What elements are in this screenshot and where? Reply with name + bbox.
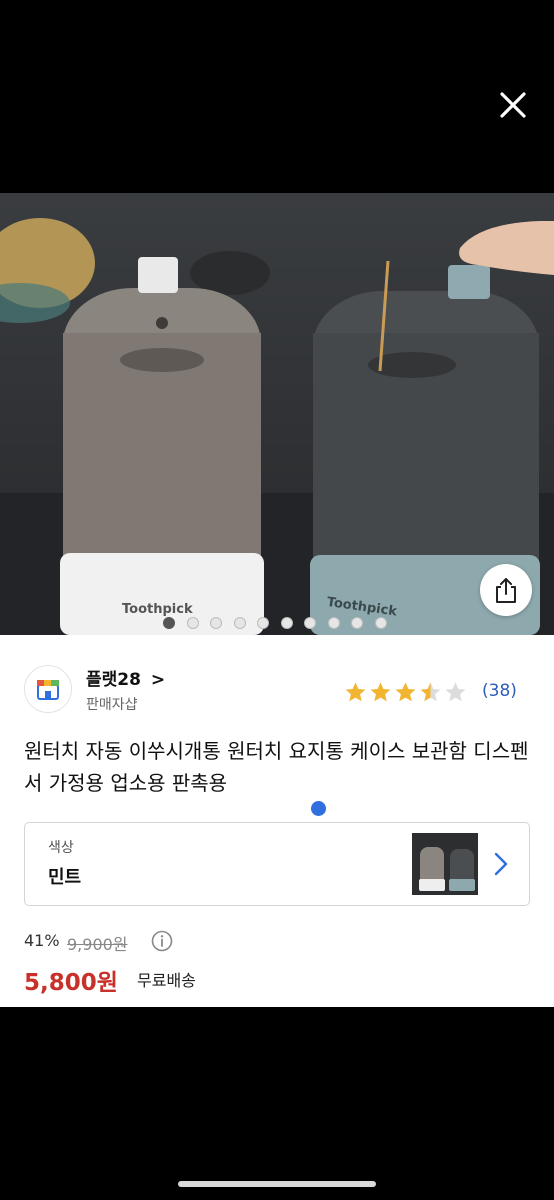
- shop-logo-icon: [37, 680, 59, 700]
- carousel-dot[interactable]: [280, 617, 293, 629]
- product-info-panel: 플랫28 > 판매자샵 (38) 원터치 자동 이쑤시개통 원터치 요지통 케이…: [0, 635, 554, 1007]
- rating-stars[interactable]: [344, 681, 467, 703]
- share-icon: [496, 578, 516, 603]
- seller-type: 판매자샵: [86, 697, 138, 713]
- star-icon: [370, 682, 391, 702]
- seller-chevron-icon: >: [150, 670, 166, 690]
- carousel-dot[interactable]: [327, 617, 340, 629]
- product-image[interactable]: Toothpick Toothpick: [0, 193, 554, 635]
- star-icon: [445, 682, 466, 702]
- carousel-dot[interactable]: [186, 617, 199, 629]
- discount-rate: 41%: [24, 931, 60, 950]
- home-indicator[interactable]: [178, 1181, 376, 1187]
- close-icon: [500, 92, 526, 118]
- option-thumbnail: [412, 833, 478, 895]
- star-icon: [395, 682, 416, 702]
- option-selector[interactable]: 색상 민트: [24, 822, 530, 906]
- option-label: 색상: [48, 840, 74, 856]
- sale-price: 5,800원: [24, 970, 118, 996]
- price-info-button[interactable]: [151, 930, 173, 956]
- share-button[interactable]: [480, 564, 532, 616]
- carousel-dot[interactable]: [257, 617, 269, 629]
- seller-name: 플랫28: [86, 670, 141, 690]
- option-value: 민트: [48, 867, 82, 888]
- seller-logo[interactable]: [24, 665, 72, 713]
- product-photo-illustration: Toothpick Toothpick: [0, 218, 554, 635]
- close-button[interactable]: [496, 88, 530, 122]
- carousel-indicator[interactable]: [163, 617, 387, 629]
- info-icon: [151, 930, 173, 952]
- product-title: 원터치 자동 이쑤시개통 원터치 요지통 케이스 보관함 디스펜서 가정용 업소…: [24, 739, 529, 795]
- shipping-info: 무료배송: [137, 971, 196, 990]
- carousel-dot[interactable]: [374, 617, 387, 629]
- carousel-dot[interactable]: [304, 617, 316, 629]
- product-brand-left: Toothpick: [122, 602, 193, 617]
- star-icon: [345, 682, 366, 702]
- chevron-right-icon: [494, 852, 508, 876]
- review-count-link[interactable]: (38): [482, 681, 517, 701]
- seller-name-link[interactable]: 플랫28 >: [86, 665, 165, 690]
- carousel-dot[interactable]: [233, 617, 246, 629]
- carousel-dot[interactable]: [163, 617, 175, 629]
- carousel-dot[interactable]: [351, 617, 363, 629]
- scroll-indicator-dot: [311, 801, 326, 816]
- star-icon: [420, 682, 441, 702]
- option-chevron: [493, 851, 509, 881]
- carousel-dot[interactable]: [210, 617, 222, 629]
- original-price: 9,900원: [67, 935, 128, 954]
